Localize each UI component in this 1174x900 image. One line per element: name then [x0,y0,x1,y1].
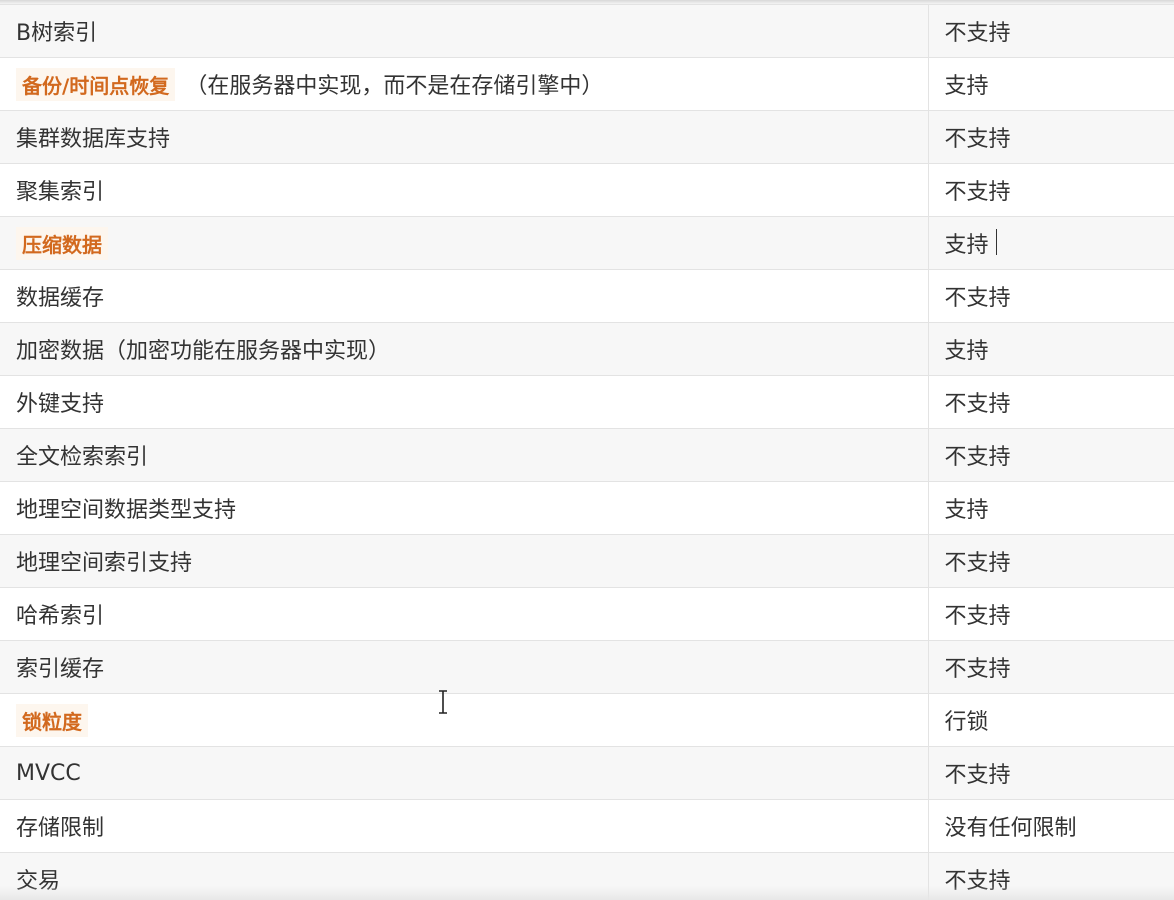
support-value-cell: 不支持 [927,428,1174,482]
table-row: 锁粒度 行锁 [0,693,1174,747]
feature-cell: 加密数据（加密功能在服务器中实现） [0,322,929,376]
feature-cell: 存储限制 [0,799,929,853]
feature-cell: B树索引 [0,4,929,58]
feature-cell: 全文检索索引 [0,428,929,482]
table-row: 存储限制 没有任何限制 [0,799,1174,853]
feature-cell: 备份/时间点恢复 （在服务器中实现，而不是在存储引擎中） [0,57,929,111]
support-value-cell: 不支持 [927,746,1174,800]
table-row: 哈希索引 不支持 [0,587,1174,641]
table-row: 数据缓存 不支持 [0,269,1174,323]
feature-cell: 地理空间数据类型支持 [0,481,929,535]
table-row: 地理空间索引支持 不支持 [0,534,1174,588]
table-row: 集群数据库支持 不支持 [0,110,1174,164]
support-value-cell: 支持 [927,322,1174,376]
support-value-cell: 不支持 [927,269,1174,323]
feature-cell: 锁粒度 [0,693,929,747]
feature-cell: 聚集索引 [0,163,929,217]
table-row: 索引缓存 不支持 [0,640,1174,694]
support-value-cell: 行锁 [927,693,1174,747]
support-value-cell: 不支持 [927,4,1174,58]
table-row: B树索引 不支持 [0,4,1174,58]
i-beam-cursor-icon [439,690,447,714]
support-value-cell: 不支持 [927,534,1174,588]
feature-cell: 交易 [0,852,929,900]
feature-cell: 地理空间索引支持 [0,534,929,588]
feature-note: （在服务器中实现，而不是在存储引擎中） [185,73,604,99]
feature-cell: MVCC [0,746,929,800]
feature-cell: 索引缓存 [0,640,929,694]
table-row: 全文检索索引 不支持 [0,428,1174,482]
support-value-cell: 不支持 [927,110,1174,164]
support-value-cell: 不支持 [927,852,1174,900]
highlighted-feature-label: 锁粒度 [16,703,88,737]
feature-cell: 外键支持 [0,375,929,429]
feature-cell: 集群数据库支持 [0,110,929,164]
document-viewport: B树索引 不支持 备份/时间点恢复 （在服务器中实现，而不是在存储引擎中） 支持 … [0,0,1174,900]
table-row: 外键支持 不支持 [0,375,1174,429]
table-row: 聚集索引 不支持 [0,163,1174,217]
support-value-cell: 不支持 [927,375,1174,429]
support-value-cell: 不支持 [927,163,1174,217]
table-row: 地理空间数据类型支持 支持 [0,481,1174,535]
table-row: 压缩数据 支持 [0,216,1174,270]
support-value-cell: 支持 [927,216,1174,270]
support-value-cell: 不支持 [927,587,1174,641]
table-row: 加密数据（加密功能在服务器中实现） 支持 [0,322,1174,376]
highlighted-feature-label: 备份/时间点恢复 [16,67,176,101]
feature-cell: 数据缓存 [0,269,929,323]
feature-cell: 哈希索引 [0,587,929,641]
feature-support-table: B树索引 不支持 备份/时间点恢复 （在服务器中实现，而不是在存储引擎中） 支持 … [0,4,1174,900]
support-value-cell: 没有任何限制 [927,799,1174,853]
table-row: 备份/时间点恢复 （在服务器中实现，而不是在存储引擎中） 支持 [0,57,1174,111]
support-value-cell: 不支持 [927,640,1174,694]
text-caret [996,229,997,255]
support-value-cell: 支持 [927,57,1174,111]
support-value-cell: 支持 [927,481,1174,535]
highlighted-feature-label: 压缩数据 [16,226,108,260]
feature-cell: 压缩数据 [0,216,929,270]
table-row: MVCC 不支持 [0,746,1174,800]
table-row: 交易 不支持 [0,852,1174,900]
